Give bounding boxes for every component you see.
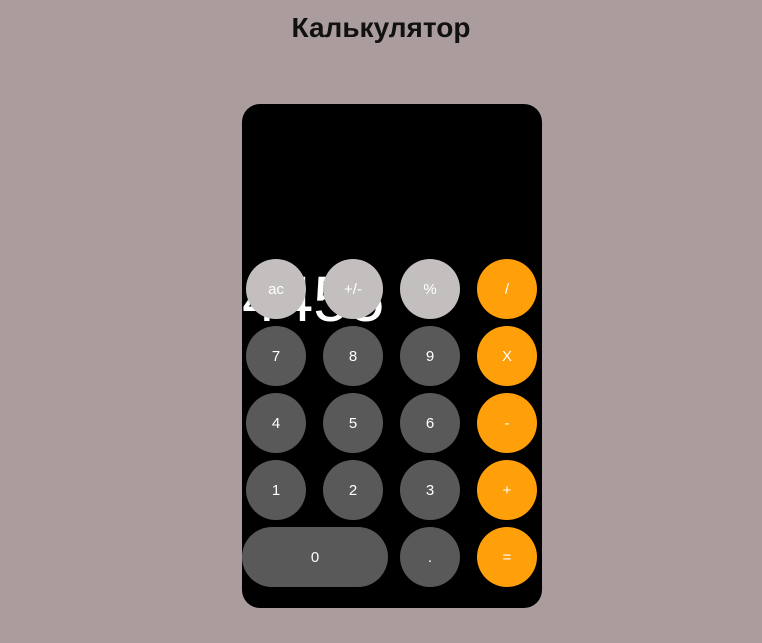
digit-7-button[interactable]: 7 (246, 326, 306, 386)
subtract-button[interactable]: - (477, 393, 537, 453)
digit-2-button[interactable]: 2 (323, 460, 383, 520)
add-button[interactable]: + (477, 460, 537, 520)
digit-9-button[interactable]: 9 (400, 326, 460, 386)
digit-5-button[interactable]: 5 (323, 393, 383, 453)
digit-3-button[interactable]: 3 (400, 460, 460, 520)
sign-toggle-button[interactable]: +/- (323, 259, 383, 319)
clear-button[interactable]: ac (246, 259, 306, 319)
digit-4-button[interactable]: 4 (246, 393, 306, 453)
percent-button[interactable]: % (400, 259, 460, 319)
multiply-button[interactable]: X (477, 326, 537, 386)
digit-8-button[interactable]: 8 (323, 326, 383, 386)
calculator-panel: 4455 ac +/- % / 7 8 9 X 4 5 6 - 1 2 3 + … (242, 104, 542, 608)
digit-6-button[interactable]: 6 (400, 393, 460, 453)
digit-1-button[interactable]: 1 (246, 460, 306, 520)
digit-0-button[interactable]: 0 (242, 527, 388, 587)
equals-button[interactable]: = (477, 527, 537, 587)
decimal-point-button[interactable]: . (400, 527, 460, 587)
divide-button[interactable]: / (477, 259, 537, 319)
page-title: Калькулятор (291, 12, 471, 43)
